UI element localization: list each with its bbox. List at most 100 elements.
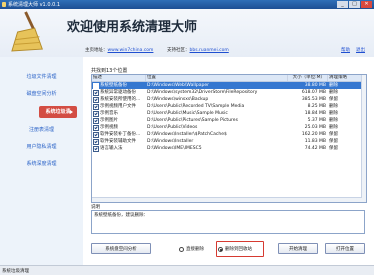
arrow-right-icon: [70, 110, 73, 114]
row-description: 示例音乐: [100, 111, 118, 116]
sidebar-item-disk-analysis[interactable]: 磁盘空间分析: [0, 88, 83, 100]
row-location: D:\Windows\Web\Wallpaper: [147, 83, 209, 88]
table-row[interactable]: 软件安装辅助文件 D:\Windows\Installer 11.83 MB 保留: [92, 138, 366, 145]
row-size: 18.84 MB: [304, 111, 326, 116]
sidebar: 垃圾文件清理 磁盘空间分析 系统垃圾清 注册表清理 用户隐私清理 系统深度清理: [0, 57, 83, 265]
cleanup-table: 描述 位置 大小（单位:M） 清理策略 系统壁纸备份 D:\Windows\Web…: [91, 74, 367, 203]
window-controls: _ □ ✕: [337, 1, 372, 8]
results-summary: 共找到13个位置: [91, 68, 128, 74]
row-description: 示例视频用户文件: [100, 104, 136, 109]
row-location: D:\Users\Public\Music\Sample Music: [147, 111, 228, 116]
minimize-button[interactable]: _: [337, 1, 348, 8]
app-header: 欢迎使用系统清理大师 主页地址：www.win7china.com 支持社区：b…: [0, 9, 374, 57]
row-location: D:\Windows\winsxs\Backup: [147, 97, 209, 102]
sidebar-item-system-junk[interactable]: 系统垃圾清: [39, 106, 77, 118]
table-row[interactable]: 系统壁纸备份 D:\Windows\Web\Wallpaper 38.80 MB 删除: [92, 82, 366, 89]
row-description-cell: 示例视频用户文件: [92, 103, 146, 110]
horizontal-scrollbar[interactable]: [92, 197, 362, 202]
row-size: 618.07 MB: [301, 90, 326, 95]
row-description-cell: 系统壁纸备份: [92, 82, 146, 89]
forum-link[interactable]: bbs.ruanmei.com: [190, 48, 229, 53]
row-description-cell: 示例音乐: [92, 110, 146, 117]
open-location-button[interactable]: 打开位置: [325, 243, 365, 254]
status-text: 系统垃圾清理: [2, 269, 29, 274]
table-row[interactable]: 系统异常驱动备份 D:\Windows\system32\DriverStore\…: [92, 89, 366, 96]
column-header-description[interactable]: 描述: [92, 75, 146, 81]
row-size: 162.20 MB: [301, 132, 326, 137]
row-description-cell: 软件安装补丁备份...: [92, 131, 146, 138]
maximize-button[interactable]: □: [349, 1, 360, 8]
disk-analysis-button[interactable]: 系统盘空间分析: [91, 243, 151, 254]
window-title: 系统清理大师 v1.0.0.1: [8, 2, 61, 8]
row-checkbox[interactable]: [93, 110, 99, 117]
radio-direct-delete[interactable]: 直接删除: [179, 244, 204, 254]
page-headline: 欢迎使用系统清理大师: [67, 20, 198, 35]
table-row[interactable]: 示例视频用户文件 D:\Users\Public\Recorded TV\Samp…: [92, 103, 366, 110]
row-checkbox[interactable]: [93, 124, 99, 131]
vertical-scrollbar[interactable]: [361, 75, 366, 202]
description-box: 系统壁纸备份，建议删除：: [91, 210, 365, 234]
close-button[interactable]: ✕: [361, 1, 372, 8]
row-size: 8.25 MB: [307, 104, 326, 109]
broom-logo-icon: [11, 11, 43, 52]
row-description: 示例视频: [100, 125, 118, 130]
table-row[interactable]: 示例视频 D:\Users\Public\Videos 25.03 MB 删除: [92, 124, 366, 131]
row-checkbox[interactable]: [93, 89, 99, 96]
table-row[interactable]: 软件安装补丁备份... D:\Windows\Installer\$PatchCa…: [92, 131, 366, 138]
row-description-cell: 示例图片: [92, 117, 146, 124]
row-description: 示例图片: [100, 118, 118, 123]
row-size: 11.83 MB: [304, 139, 326, 144]
row-description-cell: 系统安装所使用的...: [92, 96, 146, 103]
row-description-cell: 示例视频: [92, 124, 146, 131]
table-body: 系统壁纸备份 D:\Windows\Web\Wallpaper 38.80 MB 删除…: [92, 82, 366, 152]
row-description: 语言输入法: [100, 146, 123, 151]
row-description-cell: 软件安装辅助文件: [92, 138, 146, 145]
row-description: 系统安装所使用的...: [100, 97, 141, 102]
sidebar-item-label: 系统垃圾清: [45, 109, 71, 115]
forum-label: 支持社区：: [167, 48, 190, 53]
sidebar-item-privacy[interactable]: 用户隐私清理: [0, 141, 83, 153]
table-row[interactable]: 语言输入法 D:\Windows\IME\IMESC5 74.42 MB 保留: [92, 145, 366, 152]
exit-link[interactable]: 退出: [356, 47, 365, 53]
table-header: 描述 位置 大小（单位:M） 清理策略: [92, 75, 366, 82]
row-location: D:\Users\Public\Pictures\Sample Pictures: [147, 118, 238, 123]
row-size: 5.37 MB: [307, 118, 326, 123]
row-location: D:\Windows\IME\IMESC5: [147, 146, 202, 151]
help-link[interactable]: 帮助: [341, 47, 350, 53]
row-checkbox[interactable]: [93, 138, 99, 145]
title-bar: 系统清理大师 v1.0.0.1 _ □ ✕: [0, 0, 374, 9]
start-clean-button[interactable]: 开始清理: [278, 243, 318, 254]
column-header-location[interactable]: 位置: [146, 75, 288, 81]
sidebar-item-registry[interactable]: 注册表清理: [0, 124, 83, 136]
row-checkbox[interactable]: [93, 96, 99, 103]
table-row[interactable]: 系统安装所使用的... D:\Windows\winsxs\Backup 385.5…: [92, 96, 366, 103]
row-size: 74.42 MB: [304, 146, 326, 151]
row-description: 系统壁纸备份: [100, 83, 127, 88]
homepage-link[interactable]: www.win7china.com: [108, 48, 154, 53]
row-location: D:\Users\Public\Videos: [147, 125, 198, 130]
row-checkbox[interactable]: [93, 82, 99, 89]
homepage-info: 主页地址：www.win7china.com: [85, 47, 153, 53]
row-checkbox[interactable]: [93, 117, 99, 124]
table-row[interactable]: 示例图片 D:\Users\Public\Pictures\Sample Pict…: [92, 117, 366, 124]
row-description-cell: 系统异常驱动备份: [92, 89, 146, 96]
row-size: 385.53 MB: [301, 97, 326, 102]
row-description: 软件安装补丁备份...: [100, 132, 141, 137]
row-location: D:\Windows\Installer\$PatchCache$: [147, 132, 227, 137]
row-location: D:\Windows\Installer: [147, 139, 194, 144]
sidebar-item-junk-files[interactable]: 垃圾文件清理: [0, 71, 83, 83]
row-checkbox[interactable]: [93, 145, 99, 152]
app-icon: [2, 2, 6, 7]
header-links: 帮助 退出: [341, 47, 365, 53]
table-row[interactable]: 示例音乐 D:\Users\Public\Music\Sample Music 18…: [92, 110, 366, 117]
column-header-size[interactable]: 大小（单位:M）: [288, 75, 328, 81]
sidebar-item-deep-clean[interactable]: 系统深度清理: [0, 158, 83, 170]
row-checkbox[interactable]: [93, 131, 99, 138]
row-size: 25.03 MB: [304, 125, 326, 130]
forum-info: 支持社区：bbs.ruanmei.com: [167, 47, 229, 53]
radio-direct-label: 直接删除: [186, 247, 204, 252]
highlight-box: [216, 241, 264, 257]
radio-direct-indicator[interactable]: [179, 246, 184, 252]
row-checkbox[interactable]: [93, 103, 99, 110]
row-description: 系统异常驱动备份: [100, 90, 136, 95]
